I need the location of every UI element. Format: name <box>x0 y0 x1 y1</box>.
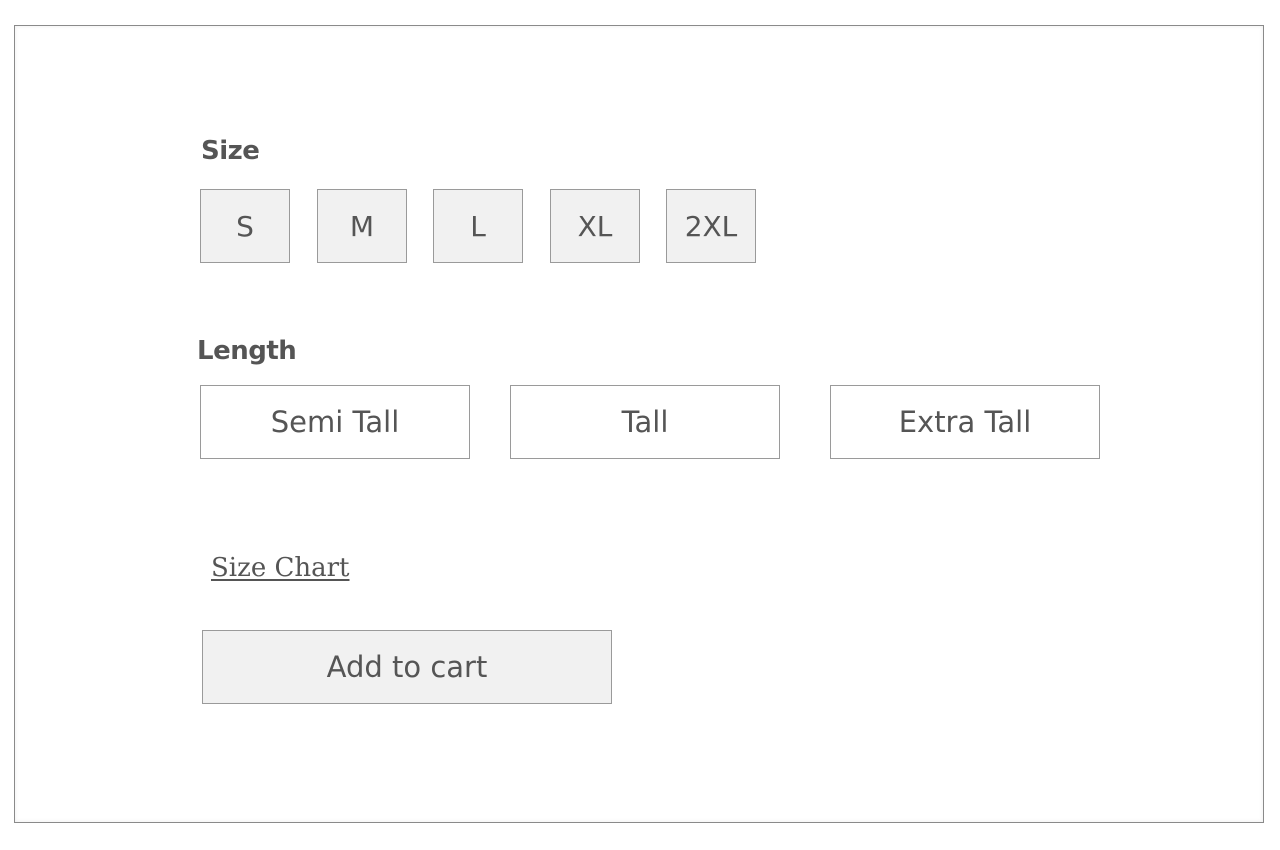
size-chart-link[interactable]: Size Chart <box>211 553 350 583</box>
size-option-xl[interactable]: XL <box>550 189 640 263</box>
size-option-2xl[interactable]: 2XL <box>666 189 756 263</box>
size-option-l[interactable]: L <box>433 189 523 263</box>
length-option-tall[interactable]: Tall <box>510 385 780 459</box>
add-to-cart-button[interactable]: Add to cart <box>202 630 612 704</box>
length-option-semi-tall[interactable]: Semi Tall <box>200 385 470 459</box>
length-option-extra-tall[interactable]: Extra Tall <box>830 385 1100 459</box>
size-label: Size <box>201 136 260 166</box>
size-option-m[interactable]: M <box>317 189 407 263</box>
size-option-s[interactable]: S <box>200 189 290 263</box>
length-label: Length <box>197 336 297 366</box>
